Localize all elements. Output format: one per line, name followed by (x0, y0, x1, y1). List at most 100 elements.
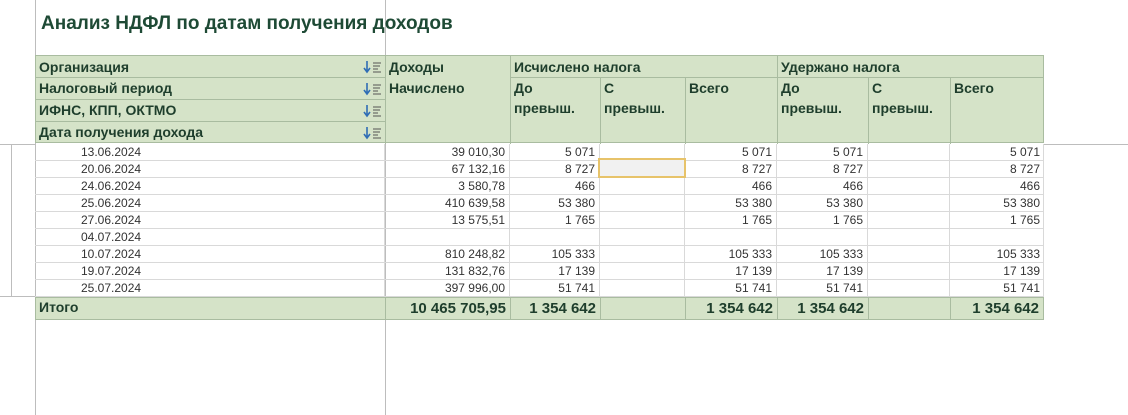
table-row[interactable]: 27.06.2024 13 575,51 1 765 1 765 1 765 1 765 (35, 212, 1044, 229)
cell-calc-excess[interactable] (599, 195, 684, 211)
cell-accrued[interactable]: 67 132,16 (384, 161, 509, 177)
sort-icon[interactable] (363, 82, 383, 96)
cell-held-excess[interactable] (867, 144, 949, 160)
cell-date[interactable]: 19.07.2024 (35, 263, 384, 279)
cell-held-excess[interactable] (867, 178, 949, 194)
table-row[interactable]: 04.07.2024 (35, 229, 1044, 246)
cell-held-before[interactable]: 17 139 (776, 263, 867, 279)
grouping-income-date[interactable]: Дата получения дохода (39, 122, 203, 142)
cell-held-excess[interactable] (867, 229, 949, 245)
cell-accrued[interactable]: 131 832,76 (384, 263, 509, 279)
cell-held-before[interactable]: 466 (776, 178, 867, 194)
total-label: Итого (39, 299, 79, 315)
cell-held-excess[interactable] (867, 280, 949, 296)
cell-accrued[interactable]: 13 575,51 (384, 212, 509, 228)
cell-date[interactable]: 25.06.2024 (35, 195, 384, 211)
cell-held-before[interactable]: 105 333 (776, 246, 867, 262)
cell-calc-total[interactable]: 105 333 (684, 246, 776, 262)
cell-calc-before[interactable]: 466 (509, 178, 599, 194)
cell-held-excess[interactable] (867, 263, 949, 279)
table-row[interactable]: 20.06.2024 67 132,16 8 727 8 727 8 727 8 727 (35, 161, 1044, 178)
grouping-ifns-kpp-oktmo[interactable]: ИФНС, КПП, ОКТМО (39, 100, 176, 120)
total-calc-before[interactable]: 1 354 642 (510, 298, 600, 319)
header-income-accrued: Начислено (389, 80, 465, 96)
cell-accrued[interactable]: 810 248,82 (384, 246, 509, 262)
cell-held-total[interactable]: 53 380 (949, 195, 1044, 211)
cell-held-total[interactable]: 466 (949, 178, 1044, 194)
cell-calc-before[interactable]: 5 071 (509, 144, 599, 160)
cell-date[interactable]: 25.07.2024 (35, 280, 384, 296)
cell-calc-excess[interactable] (599, 246, 684, 262)
total-calc-excess[interactable] (600, 298, 685, 319)
cell-held-excess[interactable] (867, 246, 949, 262)
grouping-label: Организация (39, 59, 130, 75)
sort-icon[interactable] (363, 104, 383, 118)
table-row[interactable]: 13.06.2024 39 010,30 5 071 5 071 5 071 5 071 (35, 144, 1044, 161)
cell-calc-total[interactable]: 466 (684, 178, 776, 194)
cell-calc-before[interactable] (509, 229, 599, 245)
cell-calc-excess[interactable] (599, 212, 684, 228)
cell-held-excess[interactable] (867, 161, 949, 177)
cell-calc-excess[interactable] (599, 263, 684, 279)
sort-icon[interactable] (363, 60, 383, 74)
cell-calc-before[interactable]: 105 333 (509, 246, 599, 262)
table-row[interactable]: 19.07.2024 131 832,76 17 139 17 139 17 139 17… (35, 263, 1044, 280)
total-calc-total[interactable]: 1 354 642 (685, 298, 777, 319)
cell-date[interactable]: 24.06.2024 (35, 178, 384, 194)
cell-held-before[interactable]: 5 071 (776, 144, 867, 160)
cell-held-before[interactable]: 51 741 (776, 280, 867, 296)
cell-calc-total[interactable]: 1 765 (684, 212, 776, 228)
cell-date[interactable]: 27.06.2024 (35, 212, 384, 228)
cell-held-total[interactable]: 5 071 (949, 144, 1044, 160)
cell-calc-total[interactable] (684, 229, 776, 245)
cell-calc-before[interactable]: 8 727 (509, 161, 599, 177)
cell-held-total[interactable]: 8 727 (949, 161, 1044, 177)
cell-calc-excess[interactable] (599, 280, 684, 296)
cell-calc-excess[interactable] (599, 178, 684, 194)
cell-calc-total[interactable]: 8 727 (684, 161, 776, 177)
cell-calc-before[interactable]: 51 741 (509, 280, 599, 296)
cell-accrued[interactable]: 39 010,30 (384, 144, 509, 160)
cell-accrued[interactable]: 3 580,78 (384, 178, 509, 194)
header-separator (385, 56, 386, 144)
total-held-total[interactable]: 1 354 642 (950, 298, 1043, 319)
cell-calc-total[interactable]: 53 380 (684, 195, 776, 211)
total-held-excess[interactable] (868, 298, 950, 319)
cell-calc-total[interactable]: 51 741 (684, 280, 776, 296)
cell-held-before[interactable]: 53 380 (776, 195, 867, 211)
cell-calc-total[interactable]: 17 139 (684, 263, 776, 279)
selected-cell[interactable] (598, 158, 686, 178)
cell-date[interactable]: 10.07.2024 (35, 246, 384, 262)
cell-accrued[interactable]: 410 639,58 (384, 195, 509, 211)
cell-date[interactable]: 04.07.2024 (35, 229, 384, 245)
total-held-before[interactable]: 1 354 642 (777, 298, 868, 319)
cell-held-before[interactable]: 1 765 (776, 212, 867, 228)
cell-accrued[interactable]: 397 996,00 (384, 280, 509, 296)
cell-held-before[interactable]: 8 727 (776, 161, 867, 177)
table-row[interactable]: 25.07.2024 397 996,00 51 741 51 741 51 741 51… (35, 280, 1044, 297)
cell-date[interactable]: 20.06.2024 (35, 161, 384, 177)
table-row[interactable]: 24.06.2024 3 580,78 466 466 466 466 (35, 178, 1044, 195)
cell-calc-total[interactable]: 5 071 (684, 144, 776, 160)
table-row[interactable]: 10.07.2024 810 248,82 105 333 105 333 105 33… (35, 246, 1044, 263)
cell-accrued[interactable] (384, 229, 509, 245)
cell-calc-before[interactable]: 1 765 (509, 212, 599, 228)
header-tax-calculated: Исчислено налога (514, 59, 641, 75)
cell-calc-excess[interactable] (599, 229, 684, 245)
cell-held-total[interactable] (949, 229, 1044, 245)
table-row[interactable]: 25.06.2024 410 639,58 53 380 53 380 53 380 53… (35, 195, 1044, 212)
cell-held-total[interactable]: 105 333 (949, 246, 1044, 262)
sort-icon[interactable] (363, 126, 383, 140)
cell-held-excess[interactable] (867, 195, 949, 211)
grouping-tax-period[interactable]: Налоговый период (39, 78, 172, 98)
cell-date[interactable]: 13.06.2024 (35, 144, 384, 160)
cell-held-total[interactable]: 1 765 (949, 212, 1044, 228)
cell-calc-before[interactable]: 17 139 (509, 263, 599, 279)
cell-calc-before[interactable]: 53 380 (509, 195, 599, 211)
total-accrued[interactable]: 10 465 705,95 (385, 298, 510, 319)
cell-held-excess[interactable] (867, 212, 949, 228)
grouping-organization[interactable]: Организация (39, 57, 129, 77)
cell-held-total[interactable]: 17 139 (949, 263, 1044, 279)
cell-held-before[interactable] (776, 229, 867, 245)
cell-held-total[interactable]: 51 741 (949, 280, 1044, 296)
